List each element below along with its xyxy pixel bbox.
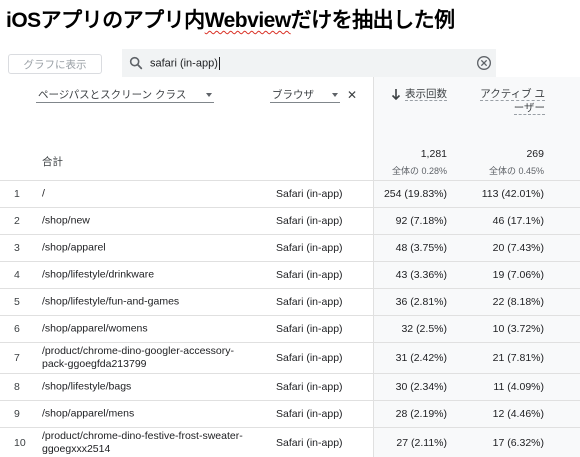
views-cell: 43 (3.36%) xyxy=(395,269,447,281)
sort-descending-icon[interactable] xyxy=(391,88,401,100)
totals-views-value: 1,281 xyxy=(420,148,447,160)
views-cell: 27 (2.11%) xyxy=(396,436,447,449)
page-path-cell: /shop/lifestyle/fun-and-games xyxy=(42,295,180,308)
views-cell: 32 (2.5%) xyxy=(401,323,447,335)
metric-header-active-users[interactable]: アクティブ ユーザー xyxy=(478,87,545,115)
views-cell: 92 (7.18%) xyxy=(395,215,447,227)
clear-search-icon[interactable] xyxy=(476,55,492,71)
row-index: 1 xyxy=(14,188,20,200)
browser-cell: Safari (in-app) xyxy=(276,408,343,420)
metric-header-users-line1: アクティブ ユ xyxy=(480,88,545,101)
active-users-cell: 10 (3.72%) xyxy=(492,323,544,335)
row-index: 2 xyxy=(14,215,20,227)
table-row[interactable]: 6/shop/apparel/womens Safari (in-app) 32 (… xyxy=(0,315,580,342)
active-users-cell: 19 (7.06%) xyxy=(492,269,544,281)
title-webview-word: Webview xyxy=(204,9,291,32)
views-cell: 31 (2.42%) xyxy=(395,352,447,364)
row-index: 10 xyxy=(14,436,26,449)
row-index: 3 xyxy=(14,242,20,254)
show-in-graph-button[interactable]: グラフに表示 xyxy=(8,54,102,74)
active-users-cell: 21 (7.81%) xyxy=(492,352,544,364)
browser-cell: Safari (in-app) xyxy=(276,436,343,449)
table-toolbar: グラフに表示 safari (in-app) xyxy=(0,49,580,77)
totals-label: 合計 xyxy=(42,156,63,168)
page-path-cell: /shop/apparel/womens xyxy=(42,322,148,335)
secondary-dimension-select[interactable]: ブラウザ xyxy=(270,87,340,103)
views-cell: 36 (2.81%) xyxy=(395,296,447,308)
totals-users-percent: 全体の 0.45% xyxy=(488,166,544,176)
table-row[interactable]: 7/product/chrome-dino-googler-accessory-… xyxy=(0,342,580,373)
search-input[interactable]: safari (in-app) xyxy=(150,56,220,70)
browser-cell: Safari (in-app) xyxy=(276,381,343,393)
row-index: 6 xyxy=(14,323,20,335)
page-path-cell: /product/chrome-dino-festive-frost-sweat… xyxy=(42,429,243,455)
remove-dimension-icon[interactable]: ✕ xyxy=(347,88,357,102)
page-path-cell: /shop/lifestyle/bags xyxy=(42,380,132,393)
browser-cell: Safari (in-app) xyxy=(276,269,343,281)
title-suffix: だけを抽出した例 xyxy=(290,9,456,32)
active-users-cell: 12 (4.46%) xyxy=(492,408,544,420)
page-path-cell: / xyxy=(42,187,45,200)
page-path-cell: /product/chrome-dino-googler-accessory-p… xyxy=(42,345,234,370)
views-cell: 28 (2.19%) xyxy=(395,408,447,420)
chevron-down-icon xyxy=(206,92,212,97)
table-row[interactable]: 2/shop/new Safari (in-app) 92 (7.18%) 46 (1… xyxy=(0,207,580,234)
table-row[interactable]: 10/product/chrome-dino-festive-frost-swe… xyxy=(0,427,580,457)
row-index: 9 xyxy=(14,408,20,420)
page-path-cell: /shop/apparel/mens xyxy=(42,407,135,420)
search-box[interactable]: safari (in-app) xyxy=(122,49,496,77)
active-users-cell: 17 (6.32%) xyxy=(492,436,544,449)
table-row[interactable]: 5/shop/lifestyle/fun-and-games Safari (in… xyxy=(0,288,580,315)
table-header: ページパスとスクリーン クラス ブラウザ ✕ 表示回数 アクティブ ユーザー 合… xyxy=(0,77,580,180)
row-index: 8 xyxy=(14,381,20,393)
browser-cell: Safari (in-app) xyxy=(276,352,343,364)
row-index: 7 xyxy=(14,352,20,364)
active-users-cell: 113 (42.01%) xyxy=(481,188,544,200)
table-row[interactable]: 8/shop/lifestyle/bags Safari (in-app) 30 (… xyxy=(0,373,580,400)
browser-cell: Safari (in-app) xyxy=(276,188,343,200)
row-index: 5 xyxy=(14,296,20,308)
active-users-cell: 20 (7.43%) xyxy=(492,242,544,254)
metric-header-views[interactable]: 表示回数 xyxy=(405,87,447,101)
search-icon xyxy=(129,56,143,70)
views-cell: 254 (19.83%) xyxy=(383,188,447,200)
page-path-cell: /shop/lifestyle/drinkware xyxy=(42,268,155,281)
table-row[interactable]: 1 / Safari (in-app) 254 (19.83%) 113 (42.01%… xyxy=(0,180,580,207)
title-prefix: iOSアプリのアプリ内 xyxy=(6,9,205,32)
table-row[interactable]: 3/shop/apparel Safari (in-app) 48 (3.75%) 2… xyxy=(0,234,580,261)
primary-dimension-select[interactable]: ページパスとスクリーン クラス xyxy=(36,87,214,103)
browser-cell: Safari (in-app) xyxy=(276,323,343,335)
table-row[interactable]: 9/shop/apparel/mens Safari (in-app) 28 (2.… xyxy=(0,400,580,427)
chevron-down-icon xyxy=(332,92,338,97)
metric-header-views-label: 表示回数 xyxy=(405,88,447,101)
browser-cell: Safari (in-app) xyxy=(276,242,343,254)
page-title: iOSアプリのアプリ内Webviewだけを抽出した例 xyxy=(6,4,455,34)
table-body: 1 / Safari (in-app) 254 (19.83%) 113 (42.01%… xyxy=(0,180,580,457)
page-path-cell: /shop/new xyxy=(42,214,90,227)
totals-users-value: 269 xyxy=(526,148,544,160)
browser-cell: Safari (in-app) xyxy=(276,215,343,227)
browser-cell: Safari (in-app) xyxy=(276,296,343,308)
views-cell: 48 (3.75%) xyxy=(395,242,447,254)
search-input-value: safari (in-app) xyxy=(150,56,218,69)
text-caret xyxy=(218,56,220,70)
active-users-cell: 11 (4.09%) xyxy=(493,381,544,393)
primary-dimension-label: ページパスとスクリーン クラス xyxy=(38,89,187,101)
active-users-cell: 22 (8.18%) xyxy=(492,296,544,308)
views-cell: 30 (2.34%) xyxy=(395,381,447,393)
metric-header-users-line2: ーザー xyxy=(513,102,545,115)
totals-views-percent: 全体の 0.28% xyxy=(391,166,447,176)
secondary-dimension-label: ブラウザ xyxy=(272,89,314,101)
row-index: 4 xyxy=(14,269,20,281)
page-path-cell: /shop/apparel xyxy=(42,241,106,254)
table-row[interactable]: 4/shop/lifestyle/drinkware Safari (in-app… xyxy=(0,261,580,288)
active-users-cell: 46 (17.1%) xyxy=(492,215,544,227)
